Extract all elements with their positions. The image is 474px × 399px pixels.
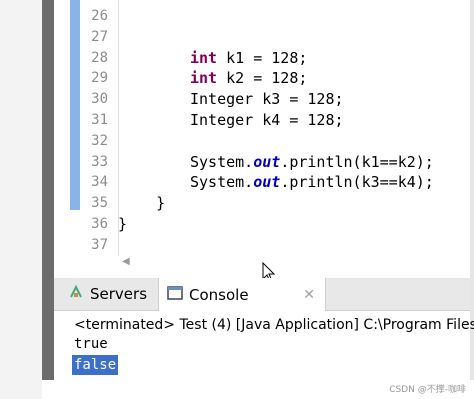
tab-console-label: Console	[189, 285, 249, 304]
console-output-line-selected: false	[72, 355, 119, 375]
console-status: <terminated> Test (4) [Java Application]…	[74, 317, 474, 333]
mouse-cursor-icon	[262, 261, 276, 278]
code-text: System.out.println(k1==k2);	[190, 152, 434, 173]
code-text: Integer k4 = 128;	[190, 110, 344, 131]
line-number: 34	[91, 174, 108, 191]
code-text: Integer k3 = 128;	[190, 89, 344, 110]
code-text: int k2 = 128;	[190, 68, 307, 89]
bottom-panel-tabbar: Servers Console ✕	[54, 278, 470, 311]
keyword-token: int	[190, 69, 218, 88]
right-window-edge	[470, 0, 474, 399]
tab-servers-label: Servers	[90, 285, 148, 303]
left-window-edge	[0, 0, 42, 399]
bottom-strip: CSDN @不撑-咖啡	[42, 380, 474, 399]
code-editor[interactable]: 26 27 28 int k1 = 128; 29 int k2 = 128; 30 Inte…	[54, 0, 470, 278]
keyword-token: int	[190, 48, 218, 67]
servers-icon	[68, 284, 84, 304]
close-icon[interactable]: ✕	[303, 287, 315, 303]
line-number: 30	[91, 91, 108, 108]
code-token: }	[120, 194, 166, 213]
field-token: out	[253, 152, 281, 171]
field-token: out	[253, 173, 281, 192]
quick-diff-ruler	[70, 0, 80, 210]
code-token: System.	[190, 173, 254, 192]
line-number: 36	[91, 216, 108, 232]
tab-servers[interactable]: Servers	[68, 278, 147, 310]
code-text: }	[118, 214, 127, 235]
code-text: }	[120, 193, 165, 214]
code-text: System.out.println(k3==k4);	[190, 172, 434, 193]
code-token: Integer k4 = 128;	[190, 111, 344, 129]
window-divider	[42, 0, 54, 380]
console-icon	[167, 285, 183, 304]
line-number: 33	[91, 153, 108, 170]
watermark: CSDN @不撑-咖啡	[389, 385, 466, 395]
line-number: 35	[91, 195, 108, 212]
line-number: 26	[91, 8, 108, 24]
line-number: 37	[91, 236, 108, 253]
line-number: 31	[91, 112, 108, 128]
code-token: k1 = 128;	[217, 48, 308, 67]
code-token: Integer k3 = 128;	[190, 90, 344, 109]
console-output[interactable]: <terminated> Test (4) [Java Application]…	[54, 311, 474, 380]
line-number: 29	[91, 70, 108, 87]
line-number: 32	[91, 132, 108, 149]
code-text: int k1 = 128;	[190, 48, 307, 69]
code-token: k2 = 128;	[217, 69, 308, 88]
console-output-line: true	[74, 336, 108, 352]
code-token: }	[118, 215, 128, 233]
line-number: 28	[91, 49, 108, 66]
code-token: .println(k3==k4);	[280, 173, 434, 192]
code-token: .println(k1==k2);	[280, 152, 434, 171]
line-number: 27	[91, 28, 108, 45]
code-token: System.	[190, 152, 254, 171]
scroll-left-arrow-icon[interactable]: ◀	[122, 256, 130, 267]
tab-console[interactable]: Console ✕	[158, 278, 326, 311]
